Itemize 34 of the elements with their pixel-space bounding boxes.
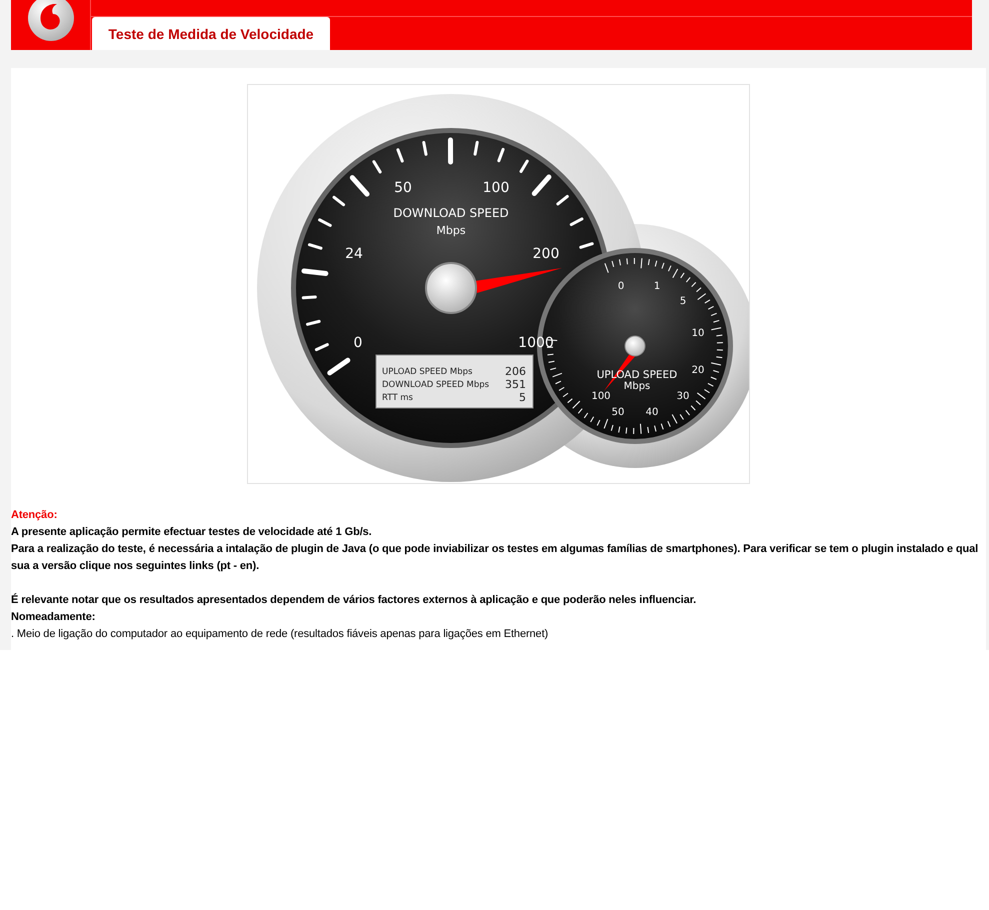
notice-heading: Atenção: bbox=[11, 508, 58, 523]
notice-text: Nomeadamente: bbox=[11, 610, 96, 625]
gauge-unit: Mbps bbox=[624, 381, 650, 392]
readout-label: UPLOAD SPEED Mbps bbox=[382, 367, 472, 377]
readout-value: 5 bbox=[519, 391, 526, 404]
hub-icon bbox=[624, 336, 646, 356]
scale-label: 20 bbox=[692, 365, 704, 376]
scale-label: 0 bbox=[354, 335, 362, 351]
scale-label: 5 bbox=[680, 296, 686, 307]
gauge-unit: Mbps bbox=[436, 224, 466, 237]
hub-icon bbox=[425, 262, 477, 314]
scale-label: 100 bbox=[591, 391, 611, 402]
readout-value: 206 bbox=[505, 365, 526, 378]
readout-label: RTT ms bbox=[382, 393, 413, 403]
scale-label: 0 bbox=[618, 281, 624, 292]
notice-text: A presente aplicação permite efectuar testes de velocidade até 1 Gb/s. bbox=[11, 525, 373, 540]
scale-label: 50 bbox=[394, 180, 412, 196]
notice-text: É relevante notar que os resultados apresentados dependem de vários factores externos à aplicação e que poderão neles influenciar. bbox=[11, 592, 698, 608]
scale-label: 10 bbox=[692, 328, 704, 339]
readout-value: 351 bbox=[505, 378, 526, 391]
notice-text: . Meio de ligação do computador ao equipamento de rede (resultados fiáveis apenas para ligações em Ethernet) bbox=[11, 627, 550, 642]
scale-label: 50 bbox=[612, 407, 624, 418]
scale-label: 1000 bbox=[518, 335, 554, 351]
scale-label: 100 bbox=[482, 180, 510, 196]
gauge-title: DOWNLOAD SPEED bbox=[393, 206, 509, 220]
scale-label: 200 bbox=[532, 246, 560, 262]
scale-label: 1 bbox=[654, 281, 660, 292]
scale-label: 24 bbox=[345, 246, 363, 262]
readout-label: DOWNLOAD SPEED Mbps bbox=[382, 380, 490, 390]
scale-label: 30 bbox=[676, 391, 690, 402]
notice-text: Para a realização do teste, é necessária a intalação de plugin de Java (o que pode inviabilizar os testes em algumas famílias de smartphones). Para verificar se tem o plugin instalado e qual sua a versão clique nos seguintes links (pt - en). bbox=[11, 542, 980, 574]
tab[interactable]: Teste de Medida de Velocidade bbox=[92, 17, 330, 50]
needle-icon bbox=[475, 268, 562, 293]
scale-label: 40 bbox=[646, 407, 658, 418]
